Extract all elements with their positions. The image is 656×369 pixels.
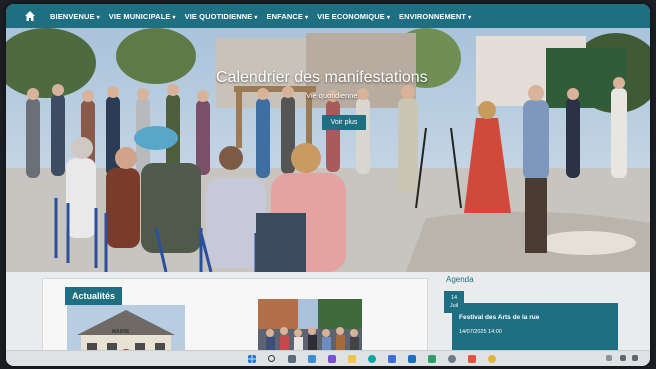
chevron-down-icon: ▾ bbox=[254, 14, 258, 21]
mairie-sign-text: MAIRIE bbox=[112, 329, 130, 335]
widgets-icon[interactable] bbox=[308, 355, 316, 363]
file-explorer-icon[interactable] bbox=[348, 355, 356, 363]
date-month: Juil bbox=[449, 303, 459, 309]
agenda-title: Agenda bbox=[446, 275, 474, 284]
settings-icon[interactable] bbox=[448, 355, 456, 363]
task-view-icon[interactable] bbox=[288, 355, 296, 363]
windows-start-icon[interactable] bbox=[248, 355, 256, 363]
store-icon[interactable] bbox=[388, 355, 396, 363]
volume-icon[interactable] bbox=[632, 355, 638, 361]
tray-arrow-icon[interactable] bbox=[606, 355, 612, 361]
home-icon[interactable] bbox=[24, 10, 36, 22]
nav-item-vie-quotidienne[interactable]: VIE QUOTIDIENNE ▾ bbox=[185, 12, 258, 21]
voir-plus-button[interactable]: Voir plus bbox=[322, 115, 366, 130]
chevron-down-icon: ▾ bbox=[305, 14, 309, 21]
music-icon[interactable] bbox=[468, 355, 476, 363]
event-title: Festival des Arts de la rue bbox=[459, 314, 540, 321]
taskbar bbox=[6, 350, 650, 366]
nav-item-enfance[interactable]: ENFANCE ▾ bbox=[267, 12, 309, 21]
nav-item-environnement[interactable]: ENVIRONNEMENT ▾ bbox=[399, 12, 471, 21]
hero-banner: Calendrier des manifestations Vie quotid… bbox=[6, 28, 650, 272]
network-icon[interactable] bbox=[620, 355, 626, 361]
nav-item-vie-economique[interactable]: VIE ECONOMIQUE ▾ bbox=[317, 12, 390, 21]
edge-browser-icon[interactable] bbox=[368, 355, 376, 363]
chrome-browser-icon[interactable] bbox=[488, 355, 496, 363]
hero-photo bbox=[6, 28, 650, 272]
nav-item-bienvenue[interactable]: BIENVENUE ▾ bbox=[50, 12, 100, 21]
news-section-title: Actualités bbox=[65, 287, 123, 305]
main-navigation: BIENVENUE ▾ VIE MUNICIPALE ▾ VIE QUOTIDIEN… bbox=[6, 4, 650, 28]
date-day: 14 bbox=[450, 295, 458, 301]
hero-subtitle: Vie quotidienne bbox=[306, 91, 358, 100]
mail-icon[interactable] bbox=[408, 355, 416, 363]
browser-screen: BIENVENUE ▾ VIE MUNICIPALE ▾ VIE QUOTIDIEN… bbox=[6, 4, 650, 366]
nav-item-vie-municipale[interactable]: VIE MUNICIPALE ▾ bbox=[109, 12, 176, 21]
event-date: 14/07/2025 14:00 bbox=[459, 329, 502, 335]
chevron-down-icon: ▾ bbox=[96, 14, 100, 21]
photos-icon[interactable] bbox=[428, 355, 436, 363]
chat-icon[interactable] bbox=[328, 355, 336, 363]
search-icon[interactable] bbox=[268, 355, 275, 362]
agenda-date-badge: 14 Juil bbox=[444, 291, 464, 313]
chevron-down-icon: ▾ bbox=[468, 14, 472, 21]
hero-title: Calendrier des manifestations bbox=[216, 69, 428, 86]
agenda-event-card[interactable]: Festival des Arts de la rue 14/07/2025 1… bbox=[452, 303, 618, 353]
chevron-down-icon: ▾ bbox=[386, 14, 390, 21]
chevron-down-icon: ▾ bbox=[172, 14, 176, 21]
